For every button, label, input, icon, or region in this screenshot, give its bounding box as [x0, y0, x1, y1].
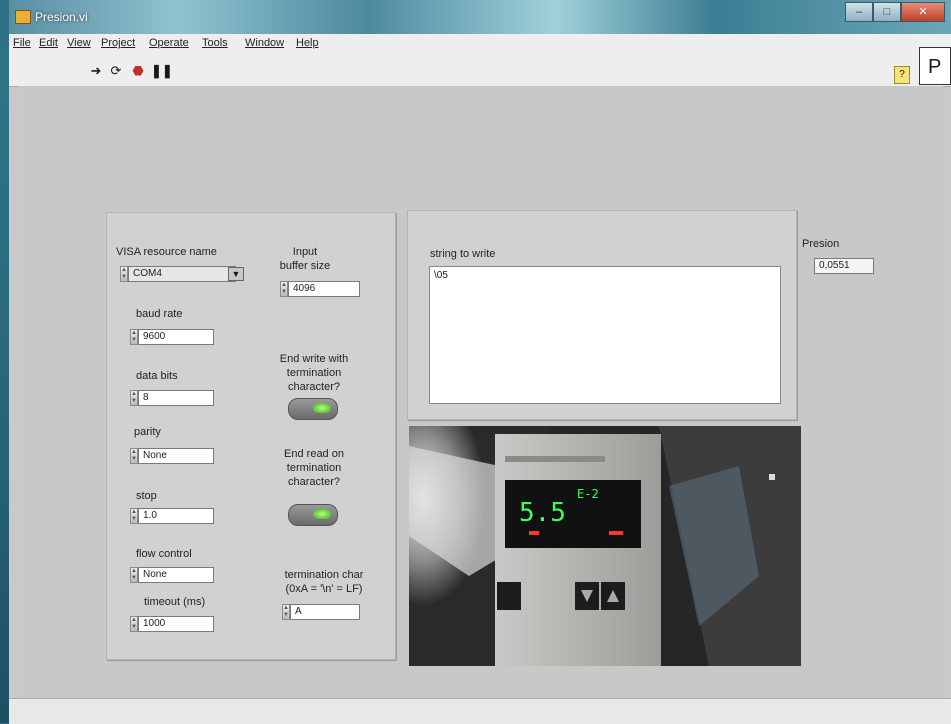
- labview-vi-icon: [15, 10, 31, 24]
- parity-field[interactable]: None: [138, 448, 214, 464]
- end-write-label-3: character?: [288, 381, 340, 393]
- input-buffer-label-2: buffer size: [279, 260, 331, 272]
- end-write-toggle[interactable]: [288, 398, 338, 420]
- run-arrow-icon[interactable]: ➜: [89, 64, 103, 78]
- menu-edit[interactable]: Edit: [39, 37, 58, 49]
- flow-control-field[interactable]: None: [138, 567, 214, 583]
- term-char-spinner[interactable]: ▲ ▼: [282, 604, 290, 620]
- end-read-label-2: termination: [286, 462, 342, 474]
- end-write-label-1: End write with: [279, 353, 349, 365]
- term-char-field[interactable]: A: [290, 604, 360, 620]
- flow-control-label: flow control: [136, 548, 192, 560]
- visa-spinner[interactable]: ▲ ▼: [120, 266, 128, 282]
- data-bits-field[interactable]: 8: [138, 390, 214, 406]
- led-indicator: [313, 403, 331, 413]
- end-read-toggle[interactable]: [288, 504, 338, 526]
- term-char-label-2: (0xA = '\n' = LF): [285, 583, 363, 595]
- menu-tools[interactable]: Tools: [202, 37, 228, 49]
- close-button[interactable]: ✕: [901, 2, 945, 22]
- data-bits-spinner[interactable]: ▲ ▼: [130, 390, 138, 406]
- term-char-label-1: termination char: [284, 569, 364, 581]
- parity-label: parity: [134, 426, 161, 438]
- toolbar: ➜ ⟳ ⬣ ❚❚: [9, 54, 951, 87]
- end-read-label-3: character?: [288, 476, 340, 488]
- menu-bar: File Edit View Project Operate Tools Win…: [9, 34, 951, 54]
- end-read-label-1: End read on: [284, 448, 344, 460]
- menu-file[interactable]: File: [13, 37, 31, 49]
- end-write-label-2: termination: [286, 367, 342, 379]
- menu-window[interactable]: Window: [245, 37, 284, 49]
- maximize-button[interactable]: □: [873, 2, 901, 22]
- visa-label: VISA resource name: [116, 246, 217, 258]
- context-help-icon[interactable]: ?: [894, 66, 910, 84]
- menu-operate[interactable]: Operate: [149, 37, 189, 49]
- led-indicator: [313, 509, 331, 519]
- input-buffer-spinner[interactable]: ▲ ▼: [280, 281, 288, 297]
- timeout-label: timeout (ms): [144, 596, 206, 608]
- gauge-display-value: 5.5: [519, 498, 566, 528]
- stop-spinner[interactable]: ▲ ▼: [130, 508, 138, 524]
- string-to-write-label: string to write: [430, 248, 496, 260]
- abort-icon[interactable]: ⬣: [131, 64, 145, 78]
- menu-help[interactable]: Help: [296, 37, 319, 49]
- presion-indicator: 0,0551: [814, 258, 874, 274]
- flow-control-spinner[interactable]: ▲ ▼: [130, 567, 138, 583]
- timeout-spinner[interactable]: ▲ ▼: [130, 616, 138, 632]
- data-bits-label: data bits: [136, 370, 178, 382]
- baud-label: baud rate: [136, 308, 183, 320]
- camera-image: 5.5 E-2: [409, 426, 801, 666]
- parity-spinner[interactable]: ▲ ▼: [130, 448, 138, 464]
- minimize-button[interactable]: –: [845, 2, 873, 22]
- window-title: Presion.vi: [35, 10, 88, 24]
- baud-spinner[interactable]: ▲ ▼: [130, 329, 138, 345]
- horizontal-scrollbar[interactable]: [9, 698, 951, 724]
- input-buffer-field[interactable]: 4096: [288, 281, 360, 297]
- presion-label: Presion: [802, 238, 840, 250]
- stop-label: stop: [136, 490, 157, 502]
- window-controls: – □ ✕: [845, 2, 945, 22]
- string-to-write-field[interactable]: \05: [429, 266, 781, 404]
- chevron-down-icon[interactable]: ▼: [228, 267, 244, 281]
- stop-field[interactable]: 1.0: [138, 508, 214, 524]
- baud-field[interactable]: 9600: [138, 329, 214, 345]
- labview-window: Presion.vi – □ ✕ File Edit View Project …: [9, 0, 951, 724]
- menu-view[interactable]: View: [67, 37, 91, 49]
- pause-icon[interactable]: ❚❚: [151, 64, 173, 78]
- timeout-field[interactable]: 1000: [138, 616, 214, 632]
- input-buffer-label-1: Input: [292, 246, 318, 258]
- run-continuously-icon[interactable]: ⟳: [109, 64, 123, 78]
- pressure-gauge-photo: 5.5 E-2: [409, 426, 801, 666]
- visa-resource-select[interactable]: COM4: [128, 266, 236, 282]
- gauge-display-exponent: E-2: [577, 487, 599, 501]
- title-bar[interactable]: Presion.vi – □ ✕: [9, 0, 951, 34]
- menu-project[interactable]: Project: [101, 37, 135, 49]
- corner-label-box: P: [919, 47, 951, 85]
